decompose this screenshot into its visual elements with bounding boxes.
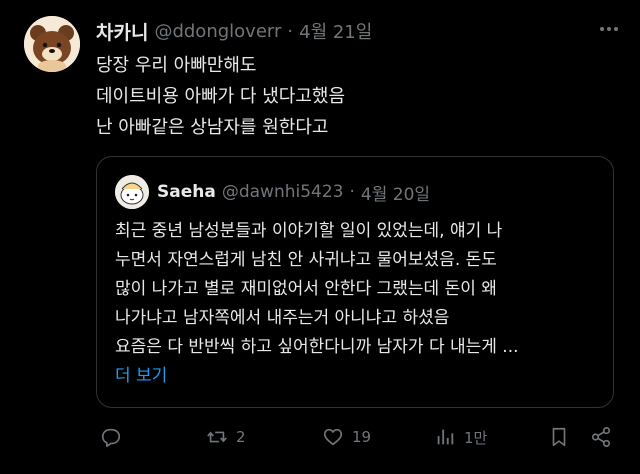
post-header: 차카니 @ddongloverr · 4월 21일 — [96, 18, 620, 44]
post-line: 난 아빠같은 상남자를 원한다고 — [96, 117, 329, 138]
post-line: 데이트비용 아빠가 다 냈다고했음 — [96, 86, 346, 107]
like-count: 19 — [352, 428, 372, 446]
author-name[interactable]: 차카니 — [96, 18, 148, 45]
reply-icon — [101, 428, 121, 447]
quoted-author-handle[interactable]: @dawnhi5423 — [222, 182, 344, 202]
heart-icon — [323, 428, 343, 446]
quoted-line: 나가냐고 남자쪽에서 내주는거 아니냐고 하셨음 — [115, 308, 450, 328]
quoted-post-text: 최근 중년 남성분들과 이야기할 일이 있었는데, 얘기 나 누면서 자연스럽게… — [115, 217, 605, 391]
bookmark-icon — [552, 427, 566, 447]
action-bar: 2 19 1만 — [96, 426, 626, 456]
views-count: 1만 — [464, 428, 488, 447]
share-button[interactable] — [590, 426, 612, 448]
post-line: 당장 우리 아빠만해도 — [96, 55, 257, 76]
quoted-line: 최근 중년 남성분들과 이야기할 일이 있었는데, 얘기 나 — [115, 221, 503, 241]
post-text: 당장 우리 아빠만해도 데이트비용 아빠가 다 냈다고했음 난 아빠같은 상남자… — [96, 50, 616, 143]
views-icon — [437, 429, 454, 445]
post-date[interactable]: 4월 21일 — [299, 18, 372, 44]
author-handle[interactable]: @ddongloverr — [154, 21, 281, 42]
repost-icon — [207, 431, 227, 443]
bear-avatar-icon — [24, 16, 80, 72]
views-button[interactable]: 1만 — [434, 426, 487, 448]
share-icon — [591, 427, 611, 447]
repost-button[interactable]: 2 — [206, 426, 246, 448]
bookmark-button[interactable] — [548, 426, 570, 448]
quoted-author-avatar[interactable] — [115, 175, 149, 209]
quoted-line: 요즘은 다 반반씩 하고 싶어한다니까 남자가 다 내는게 ... — [115, 337, 519, 357]
show-more-link[interactable]: 더 보기 — [115, 362, 605, 391]
like-button[interactable]: 19 — [322, 426, 371, 448]
quoted-author-name[interactable]: Saeha — [157, 182, 216, 202]
reply-button[interactable] — [100, 426, 122, 448]
quoted-post-date[interactable]: 4월 20일 — [361, 180, 430, 205]
quoted-post[interactable]: Saeha @dawnhi5423 · 4월 20일 최근 중년 남성분들과 이… — [96, 156, 614, 408]
quoted-header-separator: · — [349, 182, 355, 202]
quoted-post-header: Saeha @dawnhi5423 · 4월 20일 — [157, 177, 430, 207]
author-avatar[interactable] — [24, 16, 80, 72]
quoted-line: 누면서 자연스럽게 남친 안 사귀냐고 물어보셨음. 돈도 — [115, 250, 497, 270]
repost-count: 2 — [236, 428, 246, 446]
character-avatar-icon — [115, 175, 149, 209]
quoted-line: 많이 나가고 별로 재미없어서 안한다 그랬는데 돈이 왜 — [115, 279, 497, 299]
header-separator: · — [287, 20, 294, 42]
more-icon[interactable] — [598, 18, 620, 45]
